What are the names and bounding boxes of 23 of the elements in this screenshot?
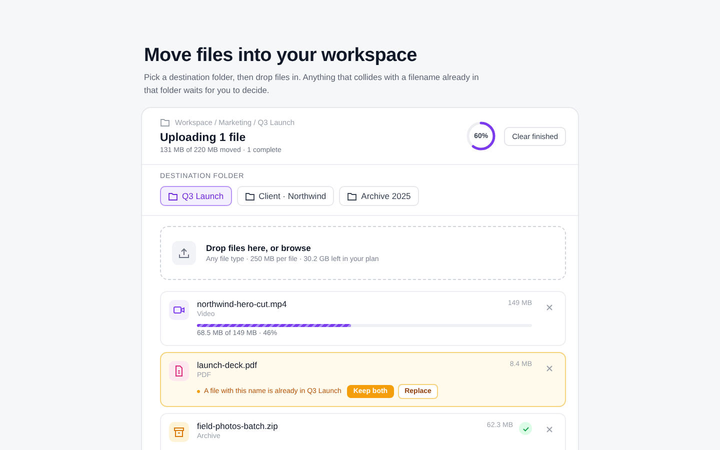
close-icon[interactable]: [546, 365, 553, 372]
folder-icon: [347, 192, 358, 200]
folder-chip[interactable]: Archive 2025: [339, 186, 419, 206]
file-name: northwind-hero-cut.mp4: [197, 299, 287, 309]
dropzone-title: Drop files here, or browse: [206, 243, 312, 253]
close-icon[interactable]: [546, 426, 553, 433]
upload-icon: [172, 241, 196, 265]
page-description: Pick a destination folder, then drop files in. Anything that collides with a filename already in that folder waits for you to decide.: [144, 71, 480, 97]
upload-title: Uploading 1 file: [160, 132, 247, 144]
page-title: Move files into your workspace: [144, 44, 418, 68]
video-icon: [169, 300, 189, 320]
folder-icon: [244, 192, 255, 200]
box-icon: [169, 422, 189, 442]
folder-icon: [160, 118, 170, 127]
file-name: field-photos-batch.zip: [197, 421, 278, 431]
warning-dot: [197, 390, 200, 393]
folder-chip[interactable]: Q3 Launch: [160, 186, 232, 206]
document-icon: [169, 361, 189, 381]
close-icon[interactable]: [546, 304, 553, 311]
folder-chip[interactable]: Client · Northwind: [236, 186, 334, 206]
file-name: launch-deck.pdf: [197, 360, 258, 370]
folder-icon: [168, 192, 178, 200]
check-icon: [519, 422, 532, 435]
